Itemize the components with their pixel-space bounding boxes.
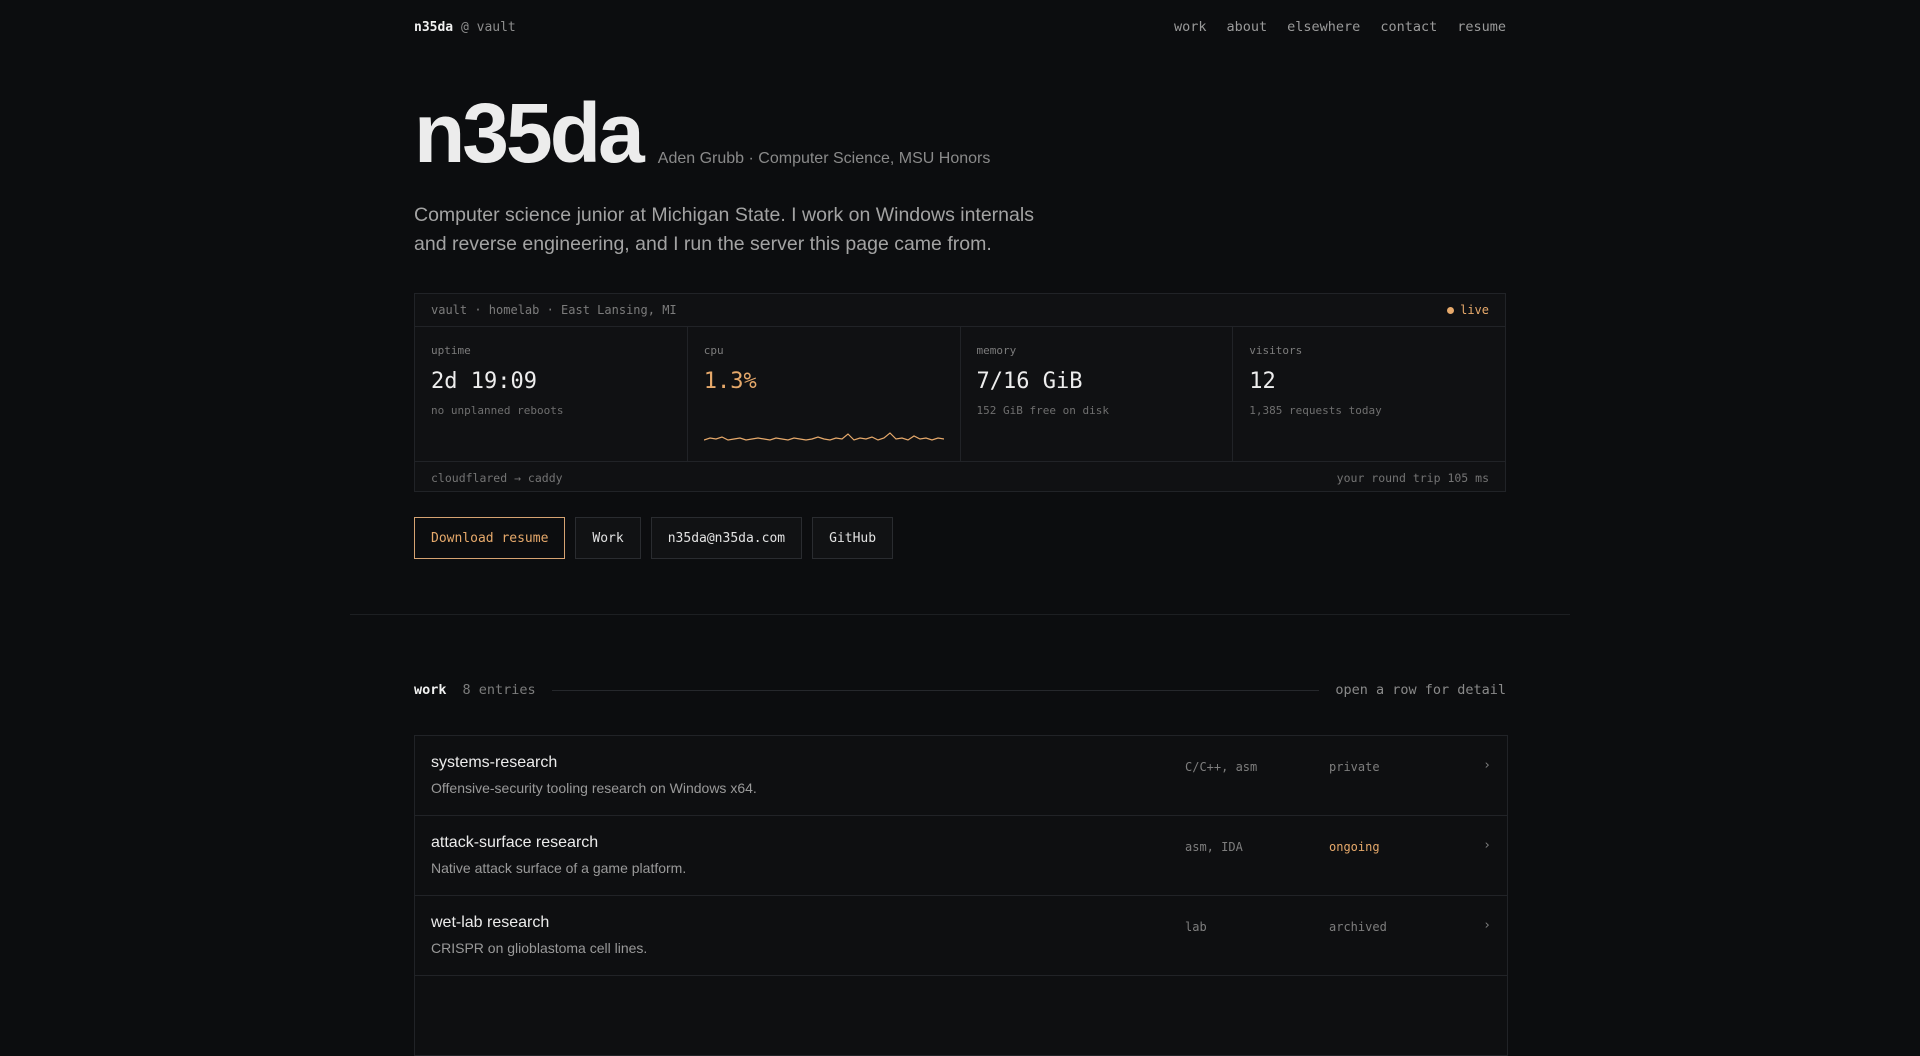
panel-header: vault · homelab · East Lansing, MI live bbox=[415, 294, 1505, 327]
row-desc: Offensive-security tooling research on W… bbox=[431, 780, 757, 796]
email-button[interactable]: n35da@n35da.com bbox=[650, 517, 803, 559]
stat-value: 7/16 GiB bbox=[976, 369, 1083, 394]
header-rule bbox=[551, 689, 1320, 691]
nav-links: work about elsewhere contact resume bbox=[1174, 19, 1506, 35]
work-count: 8 entries bbox=[462, 682, 536, 698]
chevron-right-icon: › bbox=[1483, 758, 1491, 773]
download-resume-button[interactable]: Download resume bbox=[414, 517, 566, 559]
row-status: archived bbox=[1329, 920, 1387, 934]
page-title: n35da bbox=[414, 86, 645, 180]
nav-link-work[interactable]: work bbox=[1174, 19, 1207, 35]
table-row[interactable]: systems-research Offensive-security tool… bbox=[415, 736, 1507, 816]
hero: n35da Aden Grubb · Computer Science, MSU… bbox=[414, 90, 1506, 259]
stat-cpu: cpu 1.3% bbox=[688, 327, 961, 461]
work-table: systems-research Offensive-security tool… bbox=[414, 735, 1508, 1056]
stat-note: no unplanned reboots bbox=[431, 404, 564, 417]
table-row[interactable]: attack-surface research Native attack su… bbox=[415, 816, 1507, 896]
intro-text: Computer science junior at Michigan Stat… bbox=[414, 204, 1034, 255]
table-row[interactable]: wet-lab research CRISPR on glioblastoma … bbox=[415, 896, 1507, 976]
section-divider bbox=[350, 614, 1570, 615]
work-hint: open a row for detail bbox=[1335, 682, 1506, 698]
row-desc: Native attack surface of a game platform… bbox=[431, 860, 687, 876]
action-buttons: Download resume Work n35da@n35da.com Git… bbox=[414, 517, 1506, 559]
row-desc: CRISPR on glioblastoma cell lines. bbox=[431, 940, 648, 956]
chevron-right-icon: › bbox=[1483, 838, 1491, 853]
row-name: wet-lab research bbox=[431, 914, 550, 931]
stat-visitors: visitors 12 1,385 requests today bbox=[1233, 327, 1505, 461]
row-tech: lab bbox=[1185, 920, 1207, 934]
stat-label: visitors bbox=[1249, 344, 1303, 357]
chevron-right-icon: › bbox=[1483, 918, 1491, 933]
stat-note: 1,385 requests today bbox=[1249, 404, 1382, 417]
nav-link-resume[interactable]: resume bbox=[1457, 19, 1506, 35]
server-status-panel: vault · homelab · East Lansing, MI live … bbox=[414, 293, 1506, 492]
row-tech: C/C++, asm bbox=[1185, 760, 1258, 774]
proxy-chain: cloudflared → caddy bbox=[431, 470, 563, 485]
row-status: private bbox=[1329, 760, 1380, 774]
row-name: attack-surface research bbox=[431, 834, 599, 851]
row-tech: asm, IDA bbox=[1185, 840, 1243, 854]
stats-row: uptime 2d 19:09 no unplanned reboots cpu… bbox=[415, 327, 1505, 462]
nav-link-contact[interactable]: contact bbox=[1380, 19, 1437, 35]
stat-note: 152 GiB free on disk bbox=[976, 404, 1109, 417]
table-row-partial[interactable] bbox=[415, 976, 1507, 1056]
round-trip: your round trip 105 ms bbox=[1336, 470, 1489, 485]
github-button[interactable]: GitHub bbox=[812, 517, 894, 559]
nav-link-elsewhere[interactable]: elsewhere bbox=[1287, 19, 1360, 35]
page-subtitle: Aden Grubb · Computer Science, MSU Honor… bbox=[657, 150, 991, 167]
stat-value: 12 bbox=[1249, 369, 1276, 394]
hero-title-row: n35da Aden Grubb · Computer Science, MSU… bbox=[414, 90, 1506, 176]
panel-host-label: vault · homelab · East Lansing, MI bbox=[431, 303, 677, 317]
work-button[interactable]: Work bbox=[575, 517, 641, 559]
stat-uptime: uptime 2d 19:09 no unplanned reboots bbox=[415, 327, 688, 461]
brand[interactable]: n35da @ vault bbox=[414, 20, 516, 35]
stat-value: 1.3% bbox=[703, 369, 757, 394]
work-header: work 8 entries open a row for detail bbox=[414, 680, 1506, 700]
cpu-sparkline bbox=[703, 432, 944, 441]
brand-name: n35da bbox=[414, 19, 454, 35]
live-status: live bbox=[1447, 303, 1489, 317]
row-name: systems-research bbox=[431, 754, 558, 771]
live-label: live bbox=[1460, 303, 1489, 317]
brand-host: @ vault bbox=[460, 19, 516, 35]
stat-memory: memory 7/16 GiB 152 GiB free on disk bbox=[961, 327, 1234, 461]
row-status: ongoing bbox=[1329, 840, 1380, 854]
stat-label: uptime bbox=[431, 344, 471, 357]
panel-footer: cloudflared → caddy your round trip 105 … bbox=[415, 462, 1505, 493]
cpu-sparkline-line bbox=[703, 432, 944, 441]
stat-label: cpu bbox=[703, 344, 724, 357]
stat-value: 2d 19:09 bbox=[431, 369, 537, 394]
dot-icon bbox=[1447, 306, 1455, 314]
nav-link-about[interactable]: about bbox=[1227, 19, 1268, 35]
work-title: work bbox=[414, 682, 447, 698]
top-nav: n35da @ vault work about elsewhere conta… bbox=[414, 0, 1506, 54]
stat-label: memory bbox=[976, 344, 1017, 357]
